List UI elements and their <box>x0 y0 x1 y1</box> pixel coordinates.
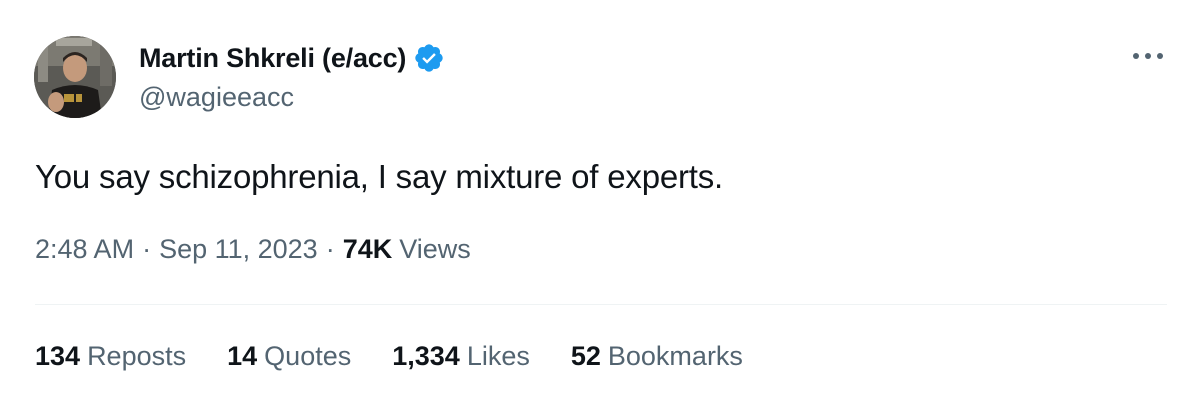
tweet-time[interactable]: 2:48 AM <box>35 234 134 265</box>
engagement-stats: 134 Reposts 14 Quotes 1,334 Likes 52 Boo… <box>35 341 784 372</box>
tweet-date[interactable]: Sep 11, 2023 <box>159 234 318 265</box>
author-display-name[interactable]: Martin Shkreli (e/acc) <box>139 43 406 74</box>
stat-count: 52 <box>570 341 601 371</box>
avatar[interactable] <box>34 36 116 118</box>
stat-label: Bookmarks <box>607 341 743 371</box>
meta-separator: · <box>142 234 152 264</box>
more-horizontal-icon <box>1130 48 1166 66</box>
stat-count: 14 <box>227 341 258 371</box>
views-count[interactable]: 74K <box>343 234 393 265</box>
stat-reposts[interactable]: 134 Reposts <box>35 341 186 372</box>
stat-count: 134 <box>35 341 81 371</box>
tweet-card: Martin Shkreli (e/acc) @wagieeacc You sa… <box>0 0 1194 408</box>
author-handle[interactable]: @wagieeacc <box>139 82 294 113</box>
verified-badge-icon[interactable] <box>413 42 445 74</box>
tweet-meta: 2:48 AM · Sep 11, 2023 · 74K Views <box>35 234 471 265</box>
author-name-row: Martin Shkreli (e/acc) <box>139 40 445 76</box>
more-button[interactable] <box>1127 44 1169 70</box>
profile-photo <box>34 36 116 118</box>
stat-count: 1,334 <box>392 341 460 371</box>
views-label[interactable]: Views <box>399 234 471 265</box>
stat-likes[interactable]: 1,334 Likes <box>392 341 530 372</box>
tweet-text: You say schizophrenia, I say mixture of … <box>35 158 724 195</box>
stat-label: Reposts <box>87 341 187 371</box>
stat-label: Likes <box>466 341 530 371</box>
meta-separator: · <box>325 234 335 264</box>
stat-label: Quotes <box>264 341 352 371</box>
stat-bookmarks[interactable]: 52 Bookmarks <box>571 341 743 372</box>
divider <box>35 304 1167 305</box>
stat-quotes[interactable]: 14 Quotes <box>227 341 351 372</box>
